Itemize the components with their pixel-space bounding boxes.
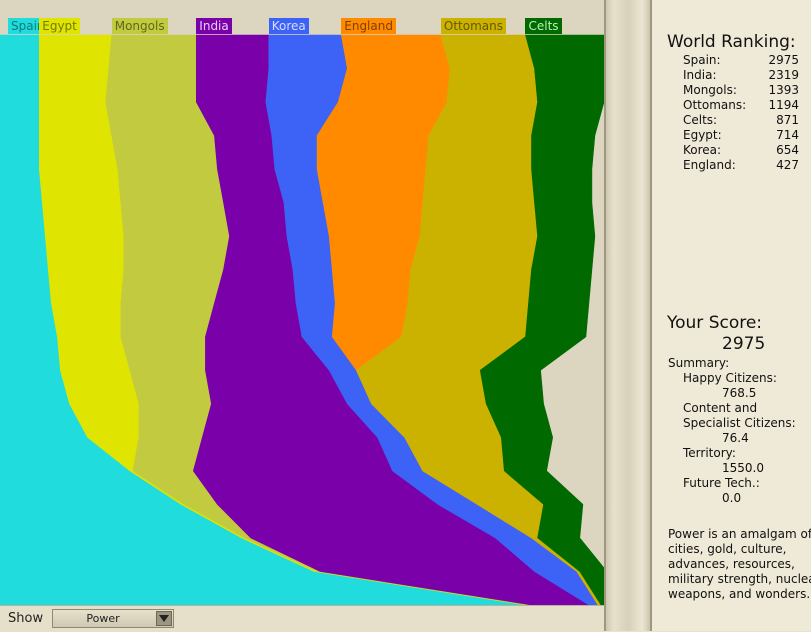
ranking-row: Ottomans: 1194	[683, 98, 799, 113]
legend-tab-ottomans[interactable]: Ottomans	[440, 18, 507, 34]
ranking-civ-score: 654	[776, 143, 799, 157]
dropdown-arrow-button[interactable]	[156, 611, 172, 626]
stacked-area-chart	[0, 0, 604, 605]
power-description-line: weapons, and wonders.	[668, 587, 811, 601]
power-description-line: cities, gold, culture,	[668, 542, 787, 556]
legend-tab-mongols[interactable]: Mongols	[111, 18, 168, 34]
happy-label: Happy Citizens:	[683, 371, 777, 385]
content-label-1: Content and	[683, 401, 758, 415]
content-label-2: Specialist Citizens:	[683, 416, 796, 430]
content-value: 76.4	[722, 431, 749, 445]
show-label: Show	[8, 611, 44, 626]
ranking-row: Korea: 654	[683, 143, 799, 158]
ranking-civ-score: 871	[776, 113, 799, 127]
power-chart: Spain Egypt Mongols India Korea England Ottoma…	[0, 0, 604, 605]
ranking-row: England: 427	[683, 158, 799, 173]
ranking-civ-score: 714	[776, 128, 799, 142]
ranking-civ-name: Korea:	[683, 143, 722, 157]
ranking-row: Mongols: 1393	[683, 83, 799, 98]
metric-select[interactable]: Power	[52, 609, 174, 628]
ranking-civ-name: Spain:	[683, 53, 721, 67]
happy-value: 768.5	[722, 386, 757, 400]
ranking-civ-score: 1393	[768, 83, 799, 97]
score-summary: Summary: Happy Citizens: 768.5 Content a…	[668, 356, 811, 506]
ranking-civ-score: 1194	[768, 98, 799, 112]
ranking-civ-score: 2975	[768, 53, 799, 67]
legend-tab-celts[interactable]: Celts	[525, 18, 562, 34]
ranking-civ-name: Ottomans:	[683, 98, 747, 112]
ranking-civ-score: 2319	[768, 68, 799, 82]
score-title: Your Score:	[667, 313, 763, 333]
ranking-row: Spain: 2975	[683, 53, 799, 68]
ranking-title: World Ranking:	[667, 32, 796, 52]
info-panel: World Ranking: Spain: 2975 India: 2319 Mongo…	[652, 0, 811, 631]
ranking-civ-name: England:	[683, 158, 736, 172]
legend-tab-korea[interactable]: Korea	[268, 18, 309, 34]
ranking-civ-score: 427	[776, 158, 799, 172]
territory-value: 1550.0	[722, 461, 764, 475]
metric-select-value: Power	[86, 612, 120, 625]
panel-divider	[604, 0, 652, 631]
ranking-civ-name: Mongols:	[683, 83, 737, 97]
power-description-line: advances, resources,	[668, 557, 795, 571]
ranking-civ-name: Celts:	[683, 113, 718, 127]
ranking-row: Celts: 871	[683, 113, 799, 128]
bottom-toolbar: Show Power	[0, 605, 604, 632]
ranking-row: Egypt: 714	[683, 128, 799, 143]
legend-tab-egypt[interactable]: Egypt	[39, 18, 80, 34]
ranking-civ-name: Egypt:	[683, 128, 722, 142]
future-tech-label: Future Tech.:	[683, 476, 760, 490]
power-description-line: military strength, nuclear	[668, 572, 811, 586]
legend-tab-england[interactable]: England	[341, 18, 396, 34]
chevron-down-icon	[159, 615, 169, 622]
ranking-civ-name: India:	[683, 68, 717, 82]
summary-label: Summary:	[668, 356, 730, 370]
score-value: 2975	[722, 334, 766, 354]
ranking-list: Spain: 2975 India: 2319 Mongols: 1393 Ottomans…	[683, 53, 799, 173]
power-description-line: Power is an amalgam of	[668, 527, 811, 541]
power-description: Power is an amalgam of cities, gold, cult…	[668, 527, 811, 602]
legend-tab-india[interactable]: India	[196, 18, 232, 34]
future-tech-value: 0.0	[722, 491, 742, 505]
ranking-row: India: 2319	[683, 68, 799, 83]
territory-label: Territory:	[683, 446, 736, 460]
